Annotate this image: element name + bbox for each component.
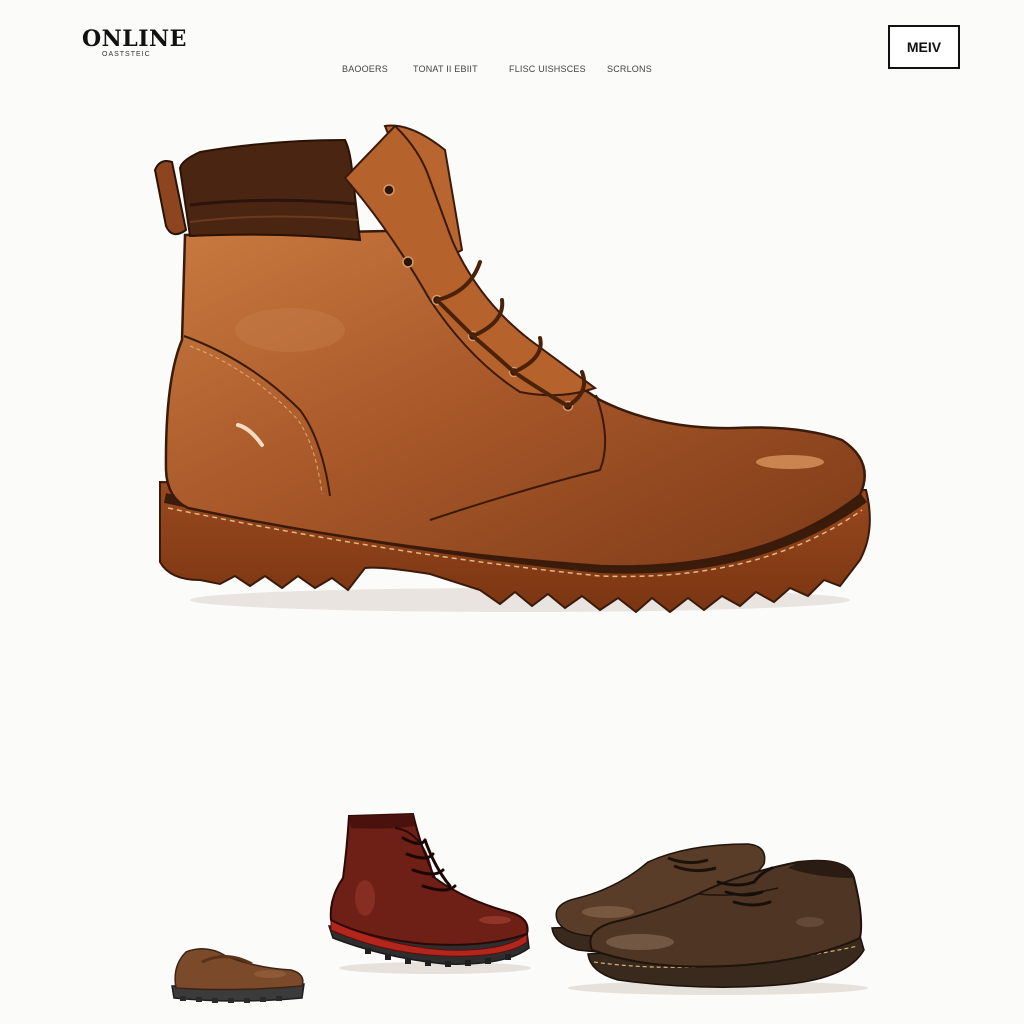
main-nav: BAOOERS TONAT II EBIIT FLISC UISHSCES SC… (0, 64, 1024, 78)
brand-logo[interactable]: ONLINE OASTSTEIC (82, 28, 187, 58)
brand-name: ONLINE (82, 26, 187, 52)
nav-item-1[interactable]: BAOOERS (342, 64, 388, 74)
brown-suede-shoe-icon (171, 948, 305, 1003)
nav-item-4[interactable]: SCRLONS (607, 64, 652, 74)
brand-tagline: OASTSTEIC (102, 51, 151, 58)
dark-brown-oxfords-icon (551, 843, 868, 995)
menu-button[interactable]: MEIV (888, 25, 960, 69)
product-card-brown-suede-shoe[interactable] (166, 938, 308, 1006)
product-card-oxblood-boot[interactable] (325, 808, 535, 976)
product-card-dark-brown-oxfords[interactable] (548, 838, 868, 998)
oxblood-boot-icon (327, 812, 531, 974)
site-header: ONLINE OASTSTEIC BAOOERS TONAT II EBIIT … (0, 0, 1024, 100)
brown-leather-ankle-boot-icon (153, 124, 871, 614)
hero-boot-image (150, 118, 880, 628)
nav-item-2[interactable]: TONAT II EBIIT (413, 64, 478, 74)
nav-item-3[interactable]: FLISC UISHSCES (509, 64, 586, 74)
